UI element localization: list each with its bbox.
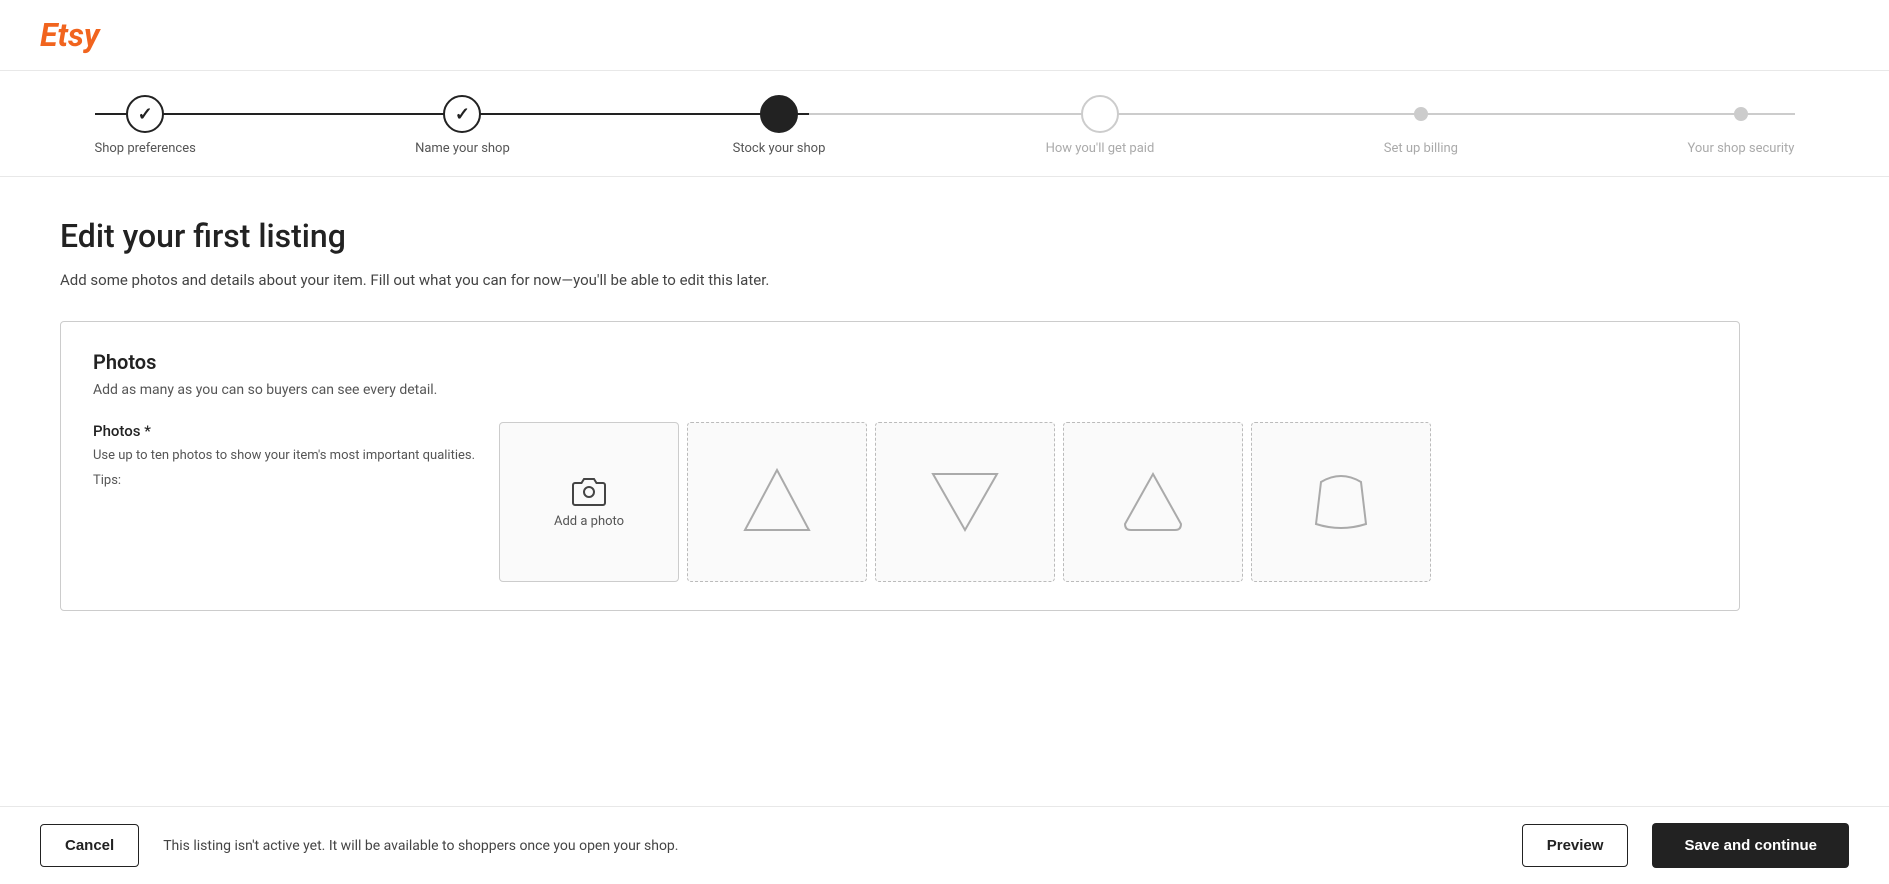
photos-section: Photos * Use up to ten photos to show yo…: [93, 422, 1707, 582]
step-label-your-shop-security: Your shop security: [1687, 141, 1794, 156]
step-label-stock-your-shop: Stock your shop: [733, 141, 826, 156]
photos-grid: Add a photo: [499, 422, 1707, 582]
footer-bar: Cancel This listing isn't active yet. It…: [0, 806, 1889, 884]
step-stock-your-shop: Stock your shop: [729, 95, 829, 156]
step-label-how-youll-get-paid: How you'll get paid: [1046, 141, 1155, 156]
progress-line-bg: [95, 113, 1795, 115]
photos-card-subtitle: Add as many as you can so buyers can see…: [93, 382, 1707, 398]
footer-notice: This listing isn't active yet. It will b…: [163, 838, 1498, 854]
photos-card-title: Photos: [93, 350, 1707, 374]
step-name-your-shop: ✓ Name your shop: [412, 95, 512, 156]
step-shop-preferences: ✓ Shop preferences: [95, 95, 196, 156]
progress-section: ✓ Shop preferences ✓ Name your shop Stoc…: [0, 71, 1889, 177]
header: Etsy: [0, 0, 1889, 71]
step-circle-set-up-billing: [1414, 107, 1428, 121]
camera-icon: [571, 476, 607, 506]
photo-slot-3[interactable]: [875, 422, 1055, 582]
progress-steps: ✓ Shop preferences ✓ Name your shop Stoc…: [95, 95, 1795, 156]
step-how-youll-get-paid: How you'll get paid: [1046, 95, 1155, 156]
page-subtitle: Add some photos and details about your i…: [60, 271, 1740, 289]
add-photo-text: Add a photo: [554, 514, 624, 529]
main-content: Edit your first listing Add some photos …: [0, 177, 1800, 884]
step-circle-how-youll-get-paid: [1081, 95, 1119, 133]
step-circle-your-shop-security: [1734, 107, 1748, 121]
checkmark-icon: ✓: [138, 104, 153, 125]
save-continue-button[interactable]: Save and continue: [1652, 823, 1849, 868]
photos-card: Photos Add as many as you can so buyers …: [60, 321, 1740, 611]
checkmark-icon-2: ✓: [455, 104, 470, 125]
photo-slot-primary[interactable]: Add a photo: [499, 422, 679, 582]
placeholder-shape-3: [1113, 462, 1193, 542]
placeholder-shape-2: [925, 462, 1005, 542]
photos-hint: Use up to ten photos to show your item's…: [93, 448, 475, 463]
step-circle-stock-your-shop: [760, 95, 798, 133]
page-title: Edit your first listing: [60, 217, 1740, 255]
step-label-shop-preferences: Shop preferences: [95, 141, 196, 156]
step-set-up-billing: Set up billing: [1371, 95, 1471, 156]
photo-slot-5[interactable]: [1251, 422, 1431, 582]
photos-label-col: Photos * Use up to ten photos to show yo…: [93, 422, 475, 488]
step-label-name-your-shop: Name your shop: [415, 141, 510, 156]
etsy-logo: Etsy: [40, 16, 100, 54]
photo-slot-4[interactable]: [1063, 422, 1243, 582]
photos-field-label: Photos *: [93, 422, 475, 440]
placeholder-shape-4: [1301, 462, 1381, 542]
cancel-button[interactable]: Cancel: [40, 824, 139, 867]
placeholder-shape-1: [737, 462, 817, 542]
step-circle-shop-preferences: ✓: [126, 95, 164, 133]
step-your-shop-security: Your shop security: [1687, 95, 1794, 156]
step-circle-name-your-shop: ✓: [443, 95, 481, 133]
preview-button[interactable]: Preview: [1522, 824, 1629, 867]
step-label-set-up-billing: Set up billing: [1384, 141, 1458, 156]
photo-slot-2[interactable]: [687, 422, 867, 582]
photos-tips: Tips:: [93, 473, 475, 488]
